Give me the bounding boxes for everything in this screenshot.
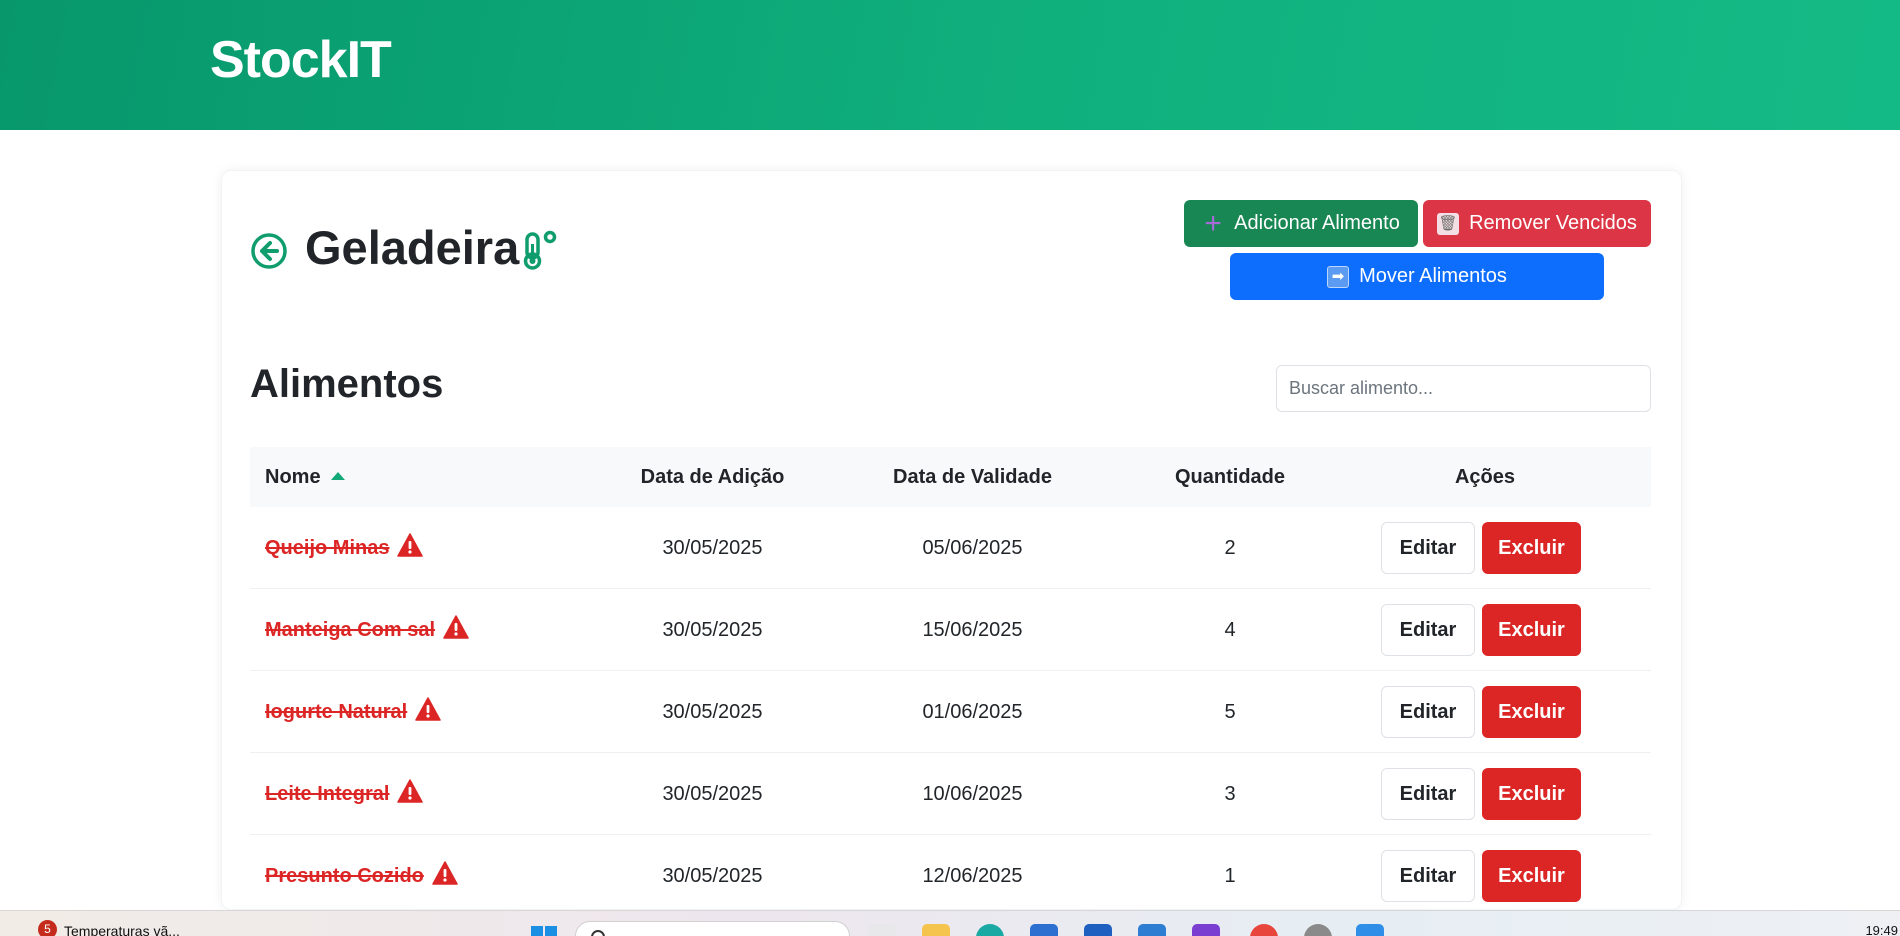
delete-button[interactable]: Excluir: [1482, 604, 1581, 656]
taskbar-app-icon[interactable]: [868, 924, 896, 936]
move-food-button[interactable]: ➡ Mover Alimentos: [1230, 253, 1604, 300]
expiry-date: 01/06/2025: [922, 701, 1023, 723]
warning-triangle-icon: [397, 778, 424, 803]
thermometer-icon: [523, 230, 557, 270]
delete-button[interactable]: Excluir: [1482, 850, 1581, 902]
added-date: 30/05/2025: [662, 783, 763, 805]
food-name: Leite Integral: [265, 783, 390, 805]
app-icon[interactable]: [1138, 924, 1166, 936]
table-row: Queijo Minas 30/05/2025 05/06/2025 2 Editar E…: [250, 507, 1651, 589]
food-name: Manteiga Com sal: [265, 619, 436, 641]
food-name-cell: Presunto Cozido: [265, 835, 458, 917]
expiry-date: 10/06/2025: [922, 783, 1023, 805]
food-name: Queijo Minas: [265, 537, 390, 559]
added-date: 30/05/2025: [662, 619, 763, 641]
quantity: 2: [1224, 537, 1236, 559]
os-taskbar: 5 Temperaturas vã... 19:49: [0, 910, 1900, 936]
edit-button[interactable]: Editar: [1381, 850, 1475, 902]
warning-triangle-icon: [397, 532, 424, 557]
delete-button[interactable]: Excluir: [1482, 686, 1581, 738]
column-header-quantity[interactable]: Quantidade: [1130, 447, 1330, 507]
taskbar-clock: 19:49: [1865, 923, 1898, 936]
warning-triangle-icon: [443, 614, 469, 639]
section-title: Alimentos: [250, 362, 444, 406]
warning-triangle-icon: [432, 860, 458, 885]
brand-logo[interactable]: StockIT: [210, 30, 392, 90]
search-input[interactable]: [1276, 365, 1651, 412]
expiry-date: 05/06/2025: [922, 537, 1023, 559]
file-explorer-icon[interactable]: [922, 924, 950, 936]
edit-button[interactable]: Editar: [1381, 686, 1475, 738]
column-header-actions: Ações: [1454, 466, 1516, 488]
quantity: 4: [1224, 619, 1236, 641]
added-date: 30/05/2025: [662, 701, 763, 723]
expiry-date: 12/06/2025: [922, 865, 1023, 887]
windows-start-icon[interactable]: [530, 925, 558, 936]
edit-button[interactable]: Editar: [1381, 604, 1475, 656]
table-row: Presunto Cozido 30/05/2025 12/06/2025 1 Edit…: [250, 835, 1651, 917]
table-row: Manteiga Com sal 30/05/2025 15/06/2025 4 Edi…: [250, 589, 1651, 671]
notification-badge: 5: [38, 920, 57, 936]
plus-icon: +: [1204, 206, 1222, 240]
move-food-label: Mover Alimentos: [1359, 265, 1507, 287]
delete-button[interactable]: Excluir: [1482, 522, 1581, 574]
remove-expired-label: Remover Vencidos: [1469, 212, 1637, 234]
column-header-expires[interactable]: Data de Validade: [850, 447, 1095, 507]
edit-button[interactable]: Editar: [1381, 768, 1475, 820]
food-name-cell: Manteiga Com sal: [265, 589, 469, 671]
table-row: Leite Integral 30/05/2025 10/06/2025 3 Edita…: [250, 753, 1651, 835]
page-title: Geladeira: [305, 221, 520, 274]
user-app-icon[interactable]: [1304, 924, 1332, 936]
food-name-cell: Queijo Minas: [265, 507, 424, 589]
outlook-icon[interactable]: [1030, 924, 1058, 936]
added-date: 30/05/2025: [662, 865, 763, 887]
add-food-label: Adicionar Alimento: [1234, 212, 1400, 234]
store-icon[interactable]: [1084, 924, 1112, 936]
food-name-cell: Iogurte Natural: [265, 671, 441, 753]
add-food-button[interactable]: + Adicionar Alimento: [1184, 200, 1418, 247]
column-header-name[interactable]: Nome: [265, 447, 345, 507]
trash-icon: 🗑: [1437, 212, 1460, 235]
sort-asc-icon[interactable]: [330, 471, 345, 480]
delete-button[interactable]: Excluir: [1482, 768, 1581, 820]
top-header: StockIT: [0, 0, 1900, 130]
onenote-icon[interactable]: [1192, 924, 1220, 936]
taskbar-active-app[interactable]: Temperaturas vã...: [64, 923, 180, 936]
chrome-icon[interactable]: [1250, 924, 1278, 936]
search-icon: [591, 930, 605, 936]
vscode-icon[interactable]: [1356, 924, 1384, 936]
warning-triangle-icon: [415, 696, 441, 721]
food-name-cell: Leite Integral: [265, 753, 424, 835]
arrow-right-icon: ➡: [1327, 265, 1350, 288]
quantity: 3: [1224, 783, 1236, 805]
quantity: 1: [1224, 865, 1236, 887]
food-name: Presunto Cozido: [265, 865, 424, 887]
expiry-date: 15/06/2025: [922, 619, 1023, 641]
edit-button[interactable]: Editar: [1381, 522, 1475, 574]
remove-expired-button[interactable]: 🗑 Remover Vencidos: [1423, 200, 1651, 247]
quantity: 5: [1224, 701, 1236, 723]
table-row: Iogurte Natural 30/05/2025 01/06/2025 5 Edit…: [250, 671, 1651, 753]
taskbar-search[interactable]: [575, 921, 850, 936]
edge-icon[interactable]: [976, 924, 1004, 936]
back-arrow-icon[interactable]: [250, 232, 288, 270]
added-date: 30/05/2025: [662, 537, 763, 559]
column-header-added[interactable]: Data de Adição: [590, 447, 835, 507]
table-header: Nome Data de Adição Data de Validade Qua…: [250, 447, 1651, 507]
food-name: Iogurte Natural: [265, 701, 408, 723]
